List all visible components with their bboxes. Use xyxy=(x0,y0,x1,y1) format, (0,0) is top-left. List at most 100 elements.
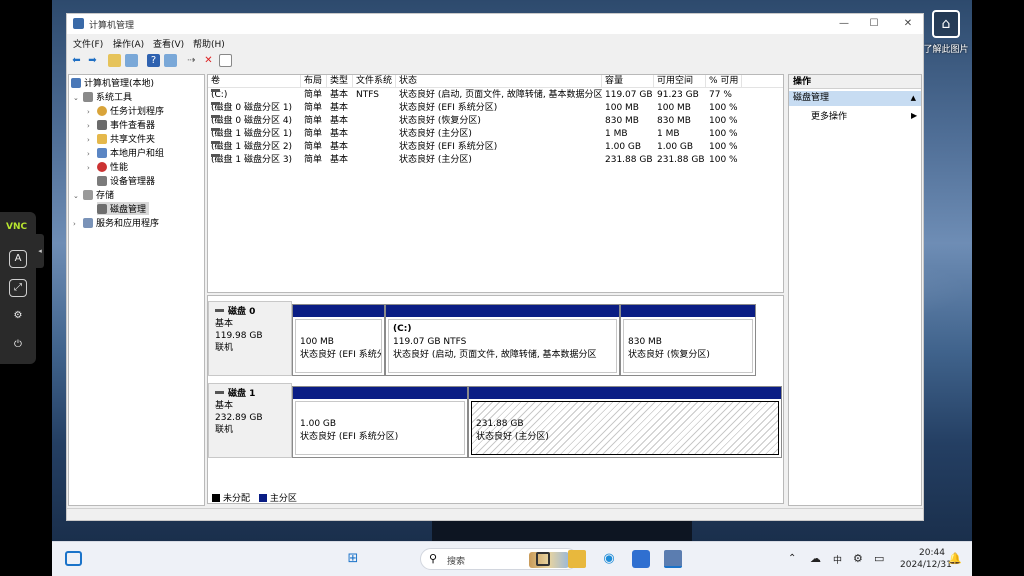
expand-icon[interactable]: › xyxy=(87,150,97,158)
disk-0-header[interactable]: 磁盘 0 基本 119.98 GB 联机 xyxy=(208,301,292,376)
column-header-free-space[interactable]: 可用空间 xyxy=(654,75,706,88)
folder-icon xyxy=(97,134,107,144)
chevron-up-icon[interactable]: ⌃ xyxy=(788,553,796,564)
disk-0-partition-c[interactable]: (C:) 119.07 GB NTFS 状态良好 (启动, 页面文件, 故障转储… xyxy=(385,304,620,376)
menu-action[interactable]: 操作(A) xyxy=(113,37,144,50)
column-header-type[interactable]: 类型 xyxy=(327,75,353,88)
collapse-icon[interactable]: ⌄ xyxy=(73,192,83,200)
menu-help[interactable]: 帮助(H) xyxy=(193,37,225,50)
collapse-icon[interactable]: ⌄ xyxy=(73,94,83,102)
menu-view[interactable]: 查看(V) xyxy=(153,37,184,50)
expand-icon[interactable]: › xyxy=(87,164,97,172)
table-row[interactable]: (磁盘 1 磁盘分区 2) 简单 基本 状态良好 (EFI 系统分区) 1.00 GB 1… xyxy=(208,141,783,154)
cloud-icon[interactable]: ☁ xyxy=(810,552,821,565)
partition-status: 状态良好 (主分区) xyxy=(476,432,549,442)
more-actions-label: 更多操作 xyxy=(811,112,848,122)
tree-item-services-apps[interactable]: › 服务和应用程序 xyxy=(73,216,159,229)
disk-1-partition-efi[interactable]: 1.00 GB 状态良好 (EFI 系统分区) xyxy=(292,386,468,458)
tree-label: 性能 xyxy=(110,163,129,173)
column-header-status[interactable]: 状态 xyxy=(396,75,602,88)
partition-status: 状态良好 (EFI 系统分 xyxy=(300,350,382,360)
close-button[interactable]: ✕ xyxy=(893,16,923,32)
tree-item-storage[interactable]: ⌄ 存储 xyxy=(73,188,114,201)
partition-bar xyxy=(386,305,619,317)
table-row[interactable]: (磁盘 0 磁盘分区 4) 简单 基本 状态良好 (恢复分区) 830 MB 830 MB… xyxy=(208,115,783,128)
disk-1-header[interactable]: 磁盘 1 基本 232.89 GB 联机 xyxy=(208,383,292,458)
clock-date[interactable]: 2024/12/31 xyxy=(900,560,952,570)
maximize-button[interactable]: ☐ xyxy=(859,16,889,32)
volume-list: 卷 布局 类型 文件系统 状态 容量 可用空间 % 可用 (C:) 简单 基本 NTF… xyxy=(207,74,784,293)
tree-item-event-viewer[interactable]: › 事件查看器 xyxy=(87,118,155,131)
table-row[interactable]: (磁盘 0 磁盘分区 1) 简单 基本 状态良好 (EFI 系统分区) 100 MB 10… xyxy=(208,102,783,115)
column-header-volume[interactable]: 卷 xyxy=(208,75,301,88)
volume-icon xyxy=(211,128,220,131)
actions-disk-management[interactable]: 磁盘管理 ▲ xyxy=(789,91,921,106)
disk-0-partition-recovery[interactable]: 830 MB 状态良好 (恢复分区) xyxy=(620,304,756,376)
minimize-button[interactable]: — xyxy=(829,16,859,32)
navigation-tree: 计算机管理(本地) ⌄ 系统工具 › 任务计划程序 › 事件查看器 › 共享文件夹 › 本… xyxy=(68,74,205,506)
menu-file[interactable]: 文件(F) xyxy=(73,37,103,50)
task-view-icon[interactable] xyxy=(536,552,550,566)
disk-size: 232.89 GB xyxy=(215,413,263,423)
power-icon[interactable]: ⏻ xyxy=(9,337,27,355)
more-actions-item[interactable]: 更多操作 xyxy=(811,110,847,124)
back-icon[interactable]: ⬅ xyxy=(70,54,83,67)
widgets-icon[interactable] xyxy=(65,551,82,566)
ime-settings-icon[interactable]: ⚙ xyxy=(853,552,863,565)
table-cell-fs: NTFS xyxy=(356,90,379,100)
table-row[interactable]: (磁盘 1 磁盘分区 3) 简单 基本 状态良好 (主分区) 231.88 GB 231.… xyxy=(208,154,783,167)
tree-label: 共享文件夹 xyxy=(110,135,156,145)
tree-item-shared-folders[interactable]: › 共享文件夹 xyxy=(87,132,155,145)
collapse-arrow-icon[interactable]: ▲ xyxy=(911,91,916,106)
disk-name: 磁盘 0 xyxy=(228,307,256,317)
submenu-arrow-icon[interactable]: ▶ xyxy=(911,111,917,120)
forward-icon[interactable]: ➡ xyxy=(86,54,99,67)
file-explorer-icon[interactable] xyxy=(568,550,586,568)
details-icon[interactable] xyxy=(164,54,177,67)
notification-icon[interactable]: 🔔 xyxy=(948,552,962,565)
column-header-filesystem[interactable]: 文件系统 xyxy=(353,75,396,88)
tree-item-device-manager[interactable]: 设备管理器 xyxy=(97,174,155,187)
vnc-toolbar: VNC A ⤢ ⚙ ⏻ xyxy=(0,212,36,364)
store-icon[interactable] xyxy=(632,550,650,568)
help-icon[interactable]: ? xyxy=(147,54,160,67)
keyboard-icon[interactable]: A xyxy=(9,250,27,268)
start-icon[interactable]: ⊞ xyxy=(344,550,362,568)
show-hide-tree-icon[interactable] xyxy=(125,54,138,67)
clock-time[interactable]: 20:44 xyxy=(919,548,945,558)
properties-icon[interactable] xyxy=(219,54,232,67)
ime-indicator[interactable]: 中 xyxy=(833,553,842,566)
network-icon[interactable]: ▭ xyxy=(874,552,884,565)
taskbar-search[interactable]: ⚲ 搜索 xyxy=(420,548,578,570)
column-header-layout[interactable]: 布局 xyxy=(301,75,327,88)
disk-name: 磁盘 1 xyxy=(228,389,256,399)
tree-item-performance[interactable]: › 性能 xyxy=(87,160,128,173)
connect-icon[interactable]: ⇢ xyxy=(185,54,198,67)
disk-icon xyxy=(215,309,224,312)
gear-icon[interactable]: ⚙ xyxy=(9,308,27,326)
up-folder-icon[interactable] xyxy=(108,54,121,67)
edge-browser-icon[interactable]: ◉ xyxy=(600,550,618,568)
tree-root[interactable]: 计算机管理(本地) xyxy=(71,76,154,89)
tree-item-disk-management[interactable]: 磁盘管理 xyxy=(97,202,150,215)
table-row[interactable]: (C:) 简单 基本 NTFS 状态良好 (启动, 页面文件, 故障转储, 基本数据分区… xyxy=(208,89,783,102)
storage-icon xyxy=(83,190,93,200)
tree-item-task-scheduler[interactable]: › 任务计划程序 xyxy=(87,104,164,117)
column-header-capacity[interactable]: 容量 xyxy=(602,75,654,88)
vnc-collapse-handle[interactable]: ◂ xyxy=(36,234,44,268)
expand-icon[interactable]: › xyxy=(87,108,97,116)
disk-0-partition-efi[interactable]: 100 MB 状态良好 (EFI 系统分 xyxy=(292,304,385,376)
desktop-icon-learn-image[interactable]: ⌂ 了解此图片 xyxy=(922,8,970,58)
column-header-percent-free[interactable]: % 可用 xyxy=(706,75,742,88)
expand-icon[interactable]: › xyxy=(87,136,97,144)
tree-item-local-users[interactable]: › 本地用户和组 xyxy=(87,146,164,159)
disk-1-partition-primary[interactable]: 231.88 GB 状态良好 (主分区) xyxy=(468,386,782,458)
disk-icon xyxy=(97,204,107,214)
computer-management-taskbar-icon[interactable] xyxy=(664,550,682,568)
tree-item-system-tools[interactable]: ⌄ 系统工具 xyxy=(73,90,132,103)
table-row[interactable]: (磁盘 1 磁盘分区 1) 简单 基本 状态良好 (主分区) 1 MB 1 MB 100 % xyxy=(208,128,783,141)
expand-icon[interactable]: › xyxy=(73,220,83,228)
fullscreen-icon[interactable]: ⤢ xyxy=(9,279,27,297)
expand-icon[interactable]: › xyxy=(87,122,97,130)
delete-icon[interactable]: ✕ xyxy=(202,54,215,67)
